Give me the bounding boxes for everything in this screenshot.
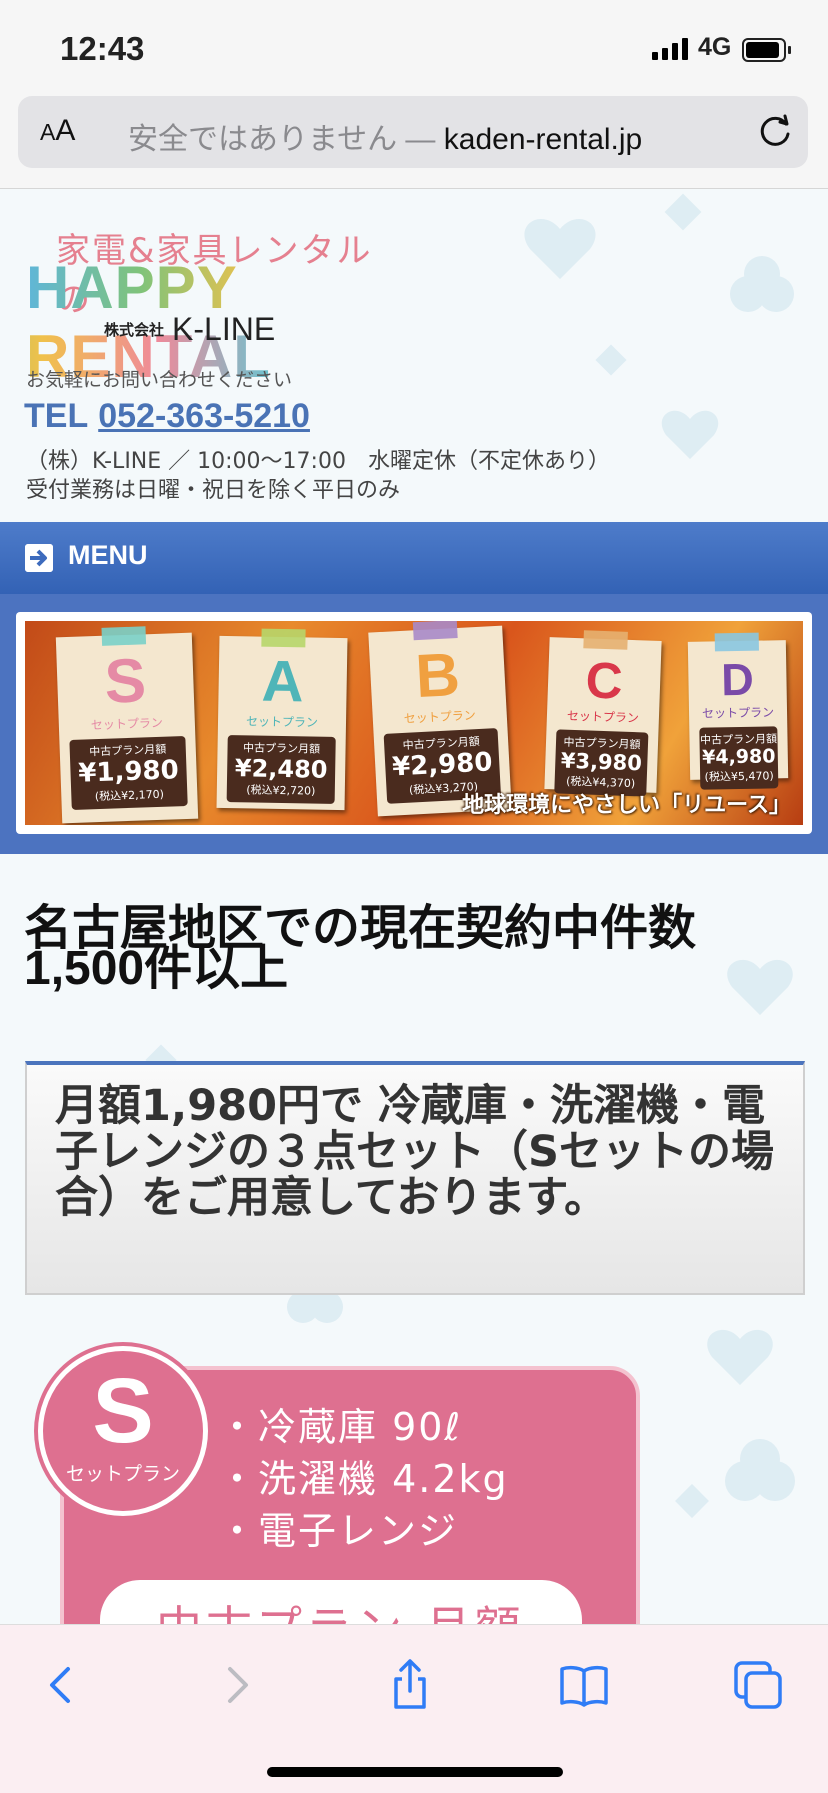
plan-price-tax: (税込¥2,720): [246, 783, 316, 798]
tape-decoration: [583, 630, 628, 650]
plan-price: ¥1,980: [77, 755, 180, 789]
signal-icon: [652, 38, 692, 60]
plan-s-item: ・冷蔵庫 90ℓ: [218, 1405, 463, 1449]
menu-button[interactable]: MENU: [0, 522, 828, 594]
plan-letter: A: [261, 648, 305, 715]
status-bar: 12:43 4G: [0, 0, 828, 92]
tabs-icon[interactable]: [728, 1655, 788, 1715]
plan-letter: C: [584, 651, 624, 710]
banner-area: D セットプラン 中古プラン月額 ¥4,980 (税込¥5,470) C セットプラン 中古プ…: [0, 594, 828, 854]
contact-note: お気軽にお問い合わせください: [26, 369, 293, 391]
tel-link[interactable]: 052-363-5210: [98, 397, 310, 435]
back-icon[interactable]: [32, 1655, 92, 1715]
phone-number: TEL 052-363-5210: [24, 397, 310, 436]
battery-icon: [742, 38, 791, 62]
banner-slogan: 地球環境にやさしい「リユース」: [462, 793, 791, 818]
plan-letter: B: [413, 639, 462, 711]
address-bar[interactable]: AAAA 安全ではありません — kaden-rental.jp: [18, 96, 808, 168]
tape-decoration: [101, 626, 147, 646]
banner-image: D セットプラン 中古プラン月額 ¥4,980 (税込¥5,470) C セットプラン 中古プ…: [25, 621, 803, 825]
plan-price: ¥3,980: [560, 748, 643, 776]
web-page: 家電&家具レンタルの HAPPY RENTAL 株式会社K-LINE お気軽にお…: [0, 189, 828, 1624]
plan-set-label: セットプラン: [566, 708, 640, 726]
plan-price: ¥2,980: [391, 747, 494, 783]
text-size-button[interactable]: AAAA: [40, 114, 75, 148]
reload-icon[interactable]: [756, 112, 794, 150]
url-text[interactable]: 安全ではありません — kaden-rental.jp: [128, 114, 642, 158]
plan-s-item: ・洗濯機 4.2kg: [218, 1457, 509, 1501]
business-hours: （株）K-LINE ／ 10:00〜17:00 水曜定休（不定休あり）: [26, 449, 610, 474]
plan-s-price-pill: 中古プラン 月額: [100, 1580, 582, 1624]
plan-price-tax: (税込¥5,470): [704, 769, 774, 784]
bookmarks-icon[interactable]: [554, 1655, 614, 1715]
insecure-warning: 安全ではありません —: [128, 123, 436, 156]
plan-price-box: 中古プラン月額 ¥1,980 (税込¥2,170): [69, 735, 188, 810]
page-headline: 名古屋地区での現在契約中件数 1,500件以上: [24, 902, 697, 995]
tel-prefix: TEL: [24, 397, 89, 435]
reception-note: 受付業務は日曜・祝日を除く平日のみ: [26, 478, 401, 503]
share-icon[interactable]: [380, 1655, 440, 1715]
tape-decoration: [412, 621, 458, 641]
plans-banner[interactable]: D セットプラン 中古プラン月額 ¥4,980 (税込¥5,470) C セットプラン 中古プ…: [16, 612, 812, 834]
plan-s-badge: S セットプラン: [38, 1346, 208, 1516]
status-time: 12:43: [60, 30, 145, 67]
banner-plan-card: S セットプラン中古プラン月額 ¥1,980 (税込¥2,170): [55, 626, 199, 824]
home-indicator: [267, 1767, 563, 1777]
plan-s-card[interactable]: S セットプラン ・冷蔵庫 90ℓ ・洗濯機 4.2kg ・電子レンジ 中古プラ…: [38, 1346, 640, 1624]
plan-set-label: セットプラン: [90, 715, 164, 733]
plan-set-label: セットプラン: [701, 705, 775, 721]
url-domain: kaden-rental.jp: [443, 123, 643, 156]
banner-plan-card: C セットプラン 中古プラン月額 ¥3,980 (税込¥4,370): [544, 630, 662, 797]
forward-icon[interactable]: [206, 1655, 266, 1715]
tape-decoration: [261, 628, 306, 648]
plan-s-item: ・電子レンジ: [218, 1509, 459, 1553]
info-box: 月額1,980円で 冷蔵庫・洗濯機・電子レンジの３点セット（Sセットの場合）をご…: [25, 1061, 805, 1295]
info-text: 月額1,980円で 冷蔵庫・洗濯機・電子レンジの３点セット（Sセットの場合）をご…: [55, 1081, 774, 1223]
menu-label: MENU: [68, 540, 148, 570]
plan-price: ¥4,980: [701, 745, 776, 769]
banner-plan-card: D セットプラン中古プラン月額 ¥4,980 (税込¥5,470): [687, 632, 789, 790]
plan-s-price-label: 中古プラン 月額: [156, 1592, 525, 1624]
plan-price-box: 中古プラン月額 ¥2,480 (税込¥2,720): [226, 735, 336, 805]
arrow-right-icon: [25, 544, 53, 572]
plan-letter: D: [720, 653, 755, 706]
tape-decoration: [714, 632, 759, 652]
plan-price-box: 中古プラン月額 ¥4,980 (税込¥5,470): [699, 726, 779, 790]
plan-set-label: セットプラン: [245, 714, 319, 730]
browser-address-area: AAAA 安全ではありません — kaden-rental.jp: [0, 92, 828, 189]
site-logo[interactable]: 家電&家具レンタルの HAPPY RENTAL 株式会社K-LINE: [26, 223, 386, 390]
plan-s-set: セットプラン: [65, 1463, 180, 1485]
plan-s-letter: S: [92, 1360, 154, 1462]
banner-plan-card: A セットプラン中古プラン月額 ¥2,480 (税込¥2,720): [216, 628, 348, 811]
plan-price: ¥2,480: [234, 754, 328, 784]
plan-letter: S: [103, 646, 148, 717]
logo-company: 株式会社 K-LINE: [104, 311, 276, 347]
network-type: 4G: [698, 33, 732, 61]
